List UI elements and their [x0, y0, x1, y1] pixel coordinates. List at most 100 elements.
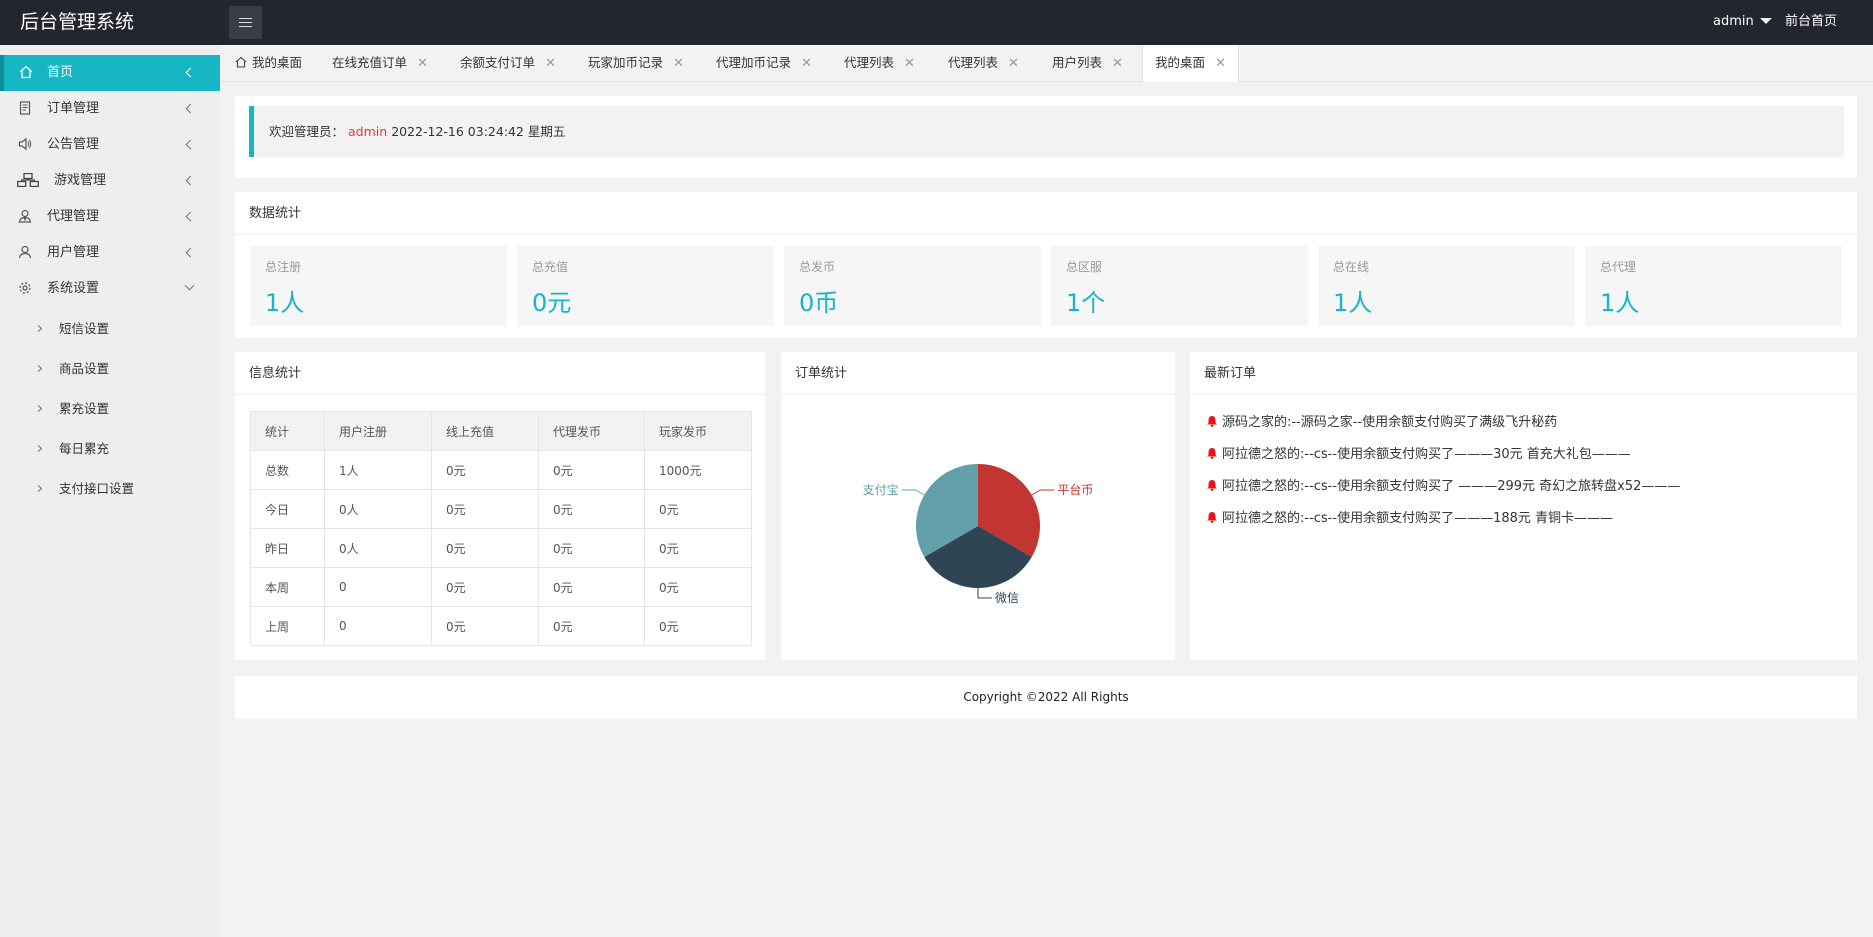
stat-label: 总代理 [1600, 260, 1637, 274]
chevron-right-icon [34, 484, 43, 493]
info-stats-title: 信息统计 [235, 352, 765, 395]
user-name: admin [1713, 14, 1754, 29]
welcome-card: 欢迎管理员： admin 2022-12-16 03:24:42 星期五 [235, 96, 1857, 178]
close-icon[interactable]: ✕ [801, 46, 812, 82]
welcome-user: admin [348, 124, 388, 139]
tab-my-desktop[interactable]: 我的桌面 ✕ [1142, 45, 1239, 82]
tab-bar: 我的桌面 在线充值订单 ✕ 余额支付订单 ✕ 玩家加币记录 ✕ 代理加币记录 ✕ 代理列… [220, 45, 1873, 82]
sidebar-item-settings[interactable]: 系统设置 [0, 271, 220, 307]
close-icon[interactable]: ✕ [904, 46, 915, 82]
close-icon[interactable]: ✕ [673, 46, 684, 82]
list-item: 阿拉德之怒的:--cs--使用余额支付购买了———30元 首充大礼包——— [1206, 441, 1680, 473]
chevron-left-icon [185, 247, 196, 258]
user-menu[interactable]: admin [1713, 0, 1772, 43]
close-icon[interactable]: ✕ [1008, 46, 1019, 82]
table-header-row: 统计 用户注册 线上充值 代理发币 玩家发币 [250, 411, 752, 451]
menu-toggle-button[interactable] [229, 6, 262, 39]
sidebar-subitem-product-settings[interactable]: 商品设置 [0, 349, 220, 389]
stat-label: 总注册 [265, 260, 302, 274]
table-cell: 总数 [250, 450, 325, 490]
sidebar-subitem-label: 支付接口设置 [59, 481, 135, 496]
table-cell: 0元 [431, 606, 539, 646]
list-item: 阿拉德之怒的:--cs--使用余额支付购买了———188元 青铜卡——— [1206, 505, 1680, 537]
tab-label: 我的桌面 [1155, 55, 1206, 70]
data-stats-card: 数据统计 总注册 1人 总充值 0元 总发币 0币 总区服 1个 总在线 1人 … [235, 192, 1857, 338]
welcome-prefix: 欢迎管理员： [269, 124, 345, 139]
sidebar-item-label: 游戏管理 [54, 173, 107, 188]
table-cell: 0人 [324, 528, 432, 568]
tab-online-recharge-orders[interactable]: 在线充值订单 ✕ [332, 45, 428, 82]
table-cell: 0元 [431, 489, 539, 529]
table-row: 本周 0 0元 0元 0元 [250, 567, 752, 607]
tab-player-coin-records[interactable]: 玩家加币记录 ✕ [588, 45, 684, 82]
table-header: 玩家发币 [644, 411, 752, 451]
tab-label: 余额支付订单 [460, 55, 536, 70]
tab-agent-list-2[interactable]: 代理列表 ✕ [948, 45, 1019, 82]
user-icon [17, 245, 33, 261]
stat-label: 总充值 [532, 260, 569, 274]
table-cell: 0元 [538, 489, 645, 529]
sidebar: 首页 订单管理 公告管理 游戏管理 代理管理 用户管理 系统设置 短信设置 商品… [0, 45, 220, 937]
tab-label: 用户列表 [1052, 55, 1103, 70]
pie-label: 微信 [995, 591, 1019, 605]
sidebar-subitem-label: 累充设置 [59, 401, 110, 416]
stat-box-total-online: 总在线 1人 [1318, 246, 1575, 326]
close-icon[interactable]: ✕ [545, 46, 556, 82]
footer: Copyright ©2022 All Rights [235, 676, 1857, 719]
speaker-icon [17, 137, 33, 153]
sidebar-item-announcements[interactable]: 公告管理 [0, 127, 220, 163]
sidebar-item-label: 用户管理 [47, 245, 100, 260]
tab-agent-list[interactable]: 代理列表 ✕ [844, 45, 915, 82]
order-text: 阿拉德之怒的:--cs--使用余额支付购买了 ———299元 奇幻之旅转盘x52… [1222, 479, 1681, 494]
table-row: 昨日 0人 0元 0元 0元 [250, 528, 752, 568]
table-cell: 0人 [324, 489, 432, 529]
info-stats-card: 信息统计 统计 用户注册 线上充值 代理发币 玩家发币 总数 1人 0元 0元 … [235, 352, 765, 660]
tab-user-list[interactable]: 用户列表 ✕ [1052, 45, 1123, 82]
table-header: 线上充值 [431, 411, 539, 451]
chevron-left-icon [185, 67, 196, 78]
order-text: 阿拉德之怒的:--cs--使用余额支付购买了———30元 首充大礼包——— [1222, 447, 1631, 462]
table-cell: 0元 [538, 606, 645, 646]
tab-label: 代理列表 [844, 55, 895, 70]
gear-icon [17, 281, 33, 297]
table-cell: 0元 [538, 567, 645, 607]
bell-icon [1207, 480, 1217, 491]
sidebar-subitem-sms-settings[interactable]: 短信设置 [0, 309, 220, 349]
tab-balance-payment-orders[interactable]: 余额支付订单 ✕ [460, 45, 556, 82]
stat-label: 总在线 [1333, 260, 1370, 274]
tab-my-desktop-home[interactable]: 我的桌面 [235, 45, 302, 82]
close-icon[interactable]: ✕ [417, 46, 428, 82]
sidebar-item-orders[interactable]: 订单管理 [0, 91, 220, 127]
close-icon[interactable]: ✕ [1215, 46, 1226, 82]
sidebar-item-home[interactable]: 首页 [0, 55, 220, 91]
latest-orders-card: 最新订单 源码之家的:--源码之家--使用余额支付购买了满级飞升秘药 阿拉德之怒… [1190, 352, 1857, 660]
sidebar-subitem-daily-cumulative[interactable]: 每日累充 [0, 429, 220, 469]
tab-agent-coin-records[interactable]: 代理加币记录 ✕ [716, 45, 812, 82]
stat-box-total-register: 总注册 1人 [250, 246, 507, 326]
tab-label: 我的桌面 [252, 55, 303, 70]
order-pie-chart: 平台币微信 支付宝 [863, 464, 1093, 605]
table-cell: 昨日 [250, 528, 325, 568]
bell-icon [1207, 416, 1217, 427]
order-stats-title: 订单统计 [781, 352, 1175, 395]
list-item: 阿拉德之怒的:--cs--使用余额支付购买了 ———299元 奇幻之旅转盘x52… [1206, 473, 1680, 505]
frontend-home-link[interactable]: 前台首页 [1785, 0, 1837, 43]
order-text: 源码之家的:--源码之家--使用余额支付购买了满级飞升秘药 [1222, 415, 1558, 430]
pie-label-line [977, 588, 992, 599]
tab-label: 代理加币记录 [716, 55, 792, 70]
stat-value: 1人 [265, 289, 305, 317]
tab-label: 玩家加币记录 [588, 55, 664, 70]
sidebar-item-agents[interactable]: 代理管理 [0, 199, 220, 235]
table-cell: 0 [324, 567, 432, 607]
sidebar-subitem-cumulative-settings[interactable]: 累充设置 [0, 389, 220, 429]
sidebar-subitem-payment-settings[interactable]: 支付接口设置 [0, 469, 220, 509]
chevron-right-icon [34, 444, 43, 453]
close-icon[interactable]: ✕ [1112, 46, 1123, 82]
stat-box-total-agents: 总代理 1人 [1585, 246, 1842, 326]
chevron-left-icon [185, 103, 196, 114]
sidebar-item-users[interactable]: 用户管理 [0, 235, 220, 271]
table-cell: 0 [324, 606, 432, 646]
stat-value: 0币 [799, 289, 839, 317]
table-cell: 本周 [250, 567, 325, 607]
sidebar-item-games[interactable]: 游戏管理 [0, 163, 220, 199]
